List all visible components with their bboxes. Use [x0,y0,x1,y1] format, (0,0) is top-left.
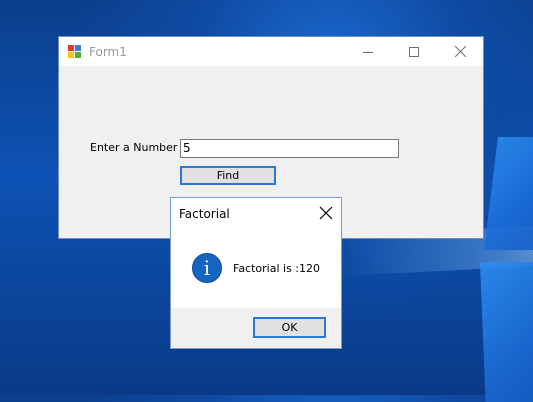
desktop-window-pane [480,262,533,402]
form1-titlebar[interactable]: Form1 [59,37,483,66]
close-icon[interactable] [319,206,333,220]
factorial-messagebox: Factorial i Factorial is :120 OK [170,197,342,349]
close-icon [454,46,466,57]
maximize-icon [409,46,419,57]
caption-buttons [345,37,483,66]
maximize-button[interactable] [391,37,437,66]
ok-button[interactable]: OK [253,317,326,338]
close-button[interactable] [437,37,483,66]
window-title: Form1 [89,44,127,59]
form-app-icon [68,44,82,59]
number-input[interactable]: 5 [180,139,399,158]
minimize-button[interactable] [345,37,391,66]
information-icon: i [192,253,222,283]
messagebox-title: Factorial [179,206,230,221]
find-button[interactable]: Find [180,166,276,185]
messagebox-titlebar[interactable]: Factorial [171,198,341,229]
desktop-window-pane [484,137,533,250]
messagebox-body: i Factorial is :120 [171,229,341,308]
messagebox-message: Factorial is :120 [233,262,321,275]
messagebox-footer: OK [171,308,341,348]
minimize-icon [363,51,373,53]
number-label: Enter a Number : [90,141,185,154]
